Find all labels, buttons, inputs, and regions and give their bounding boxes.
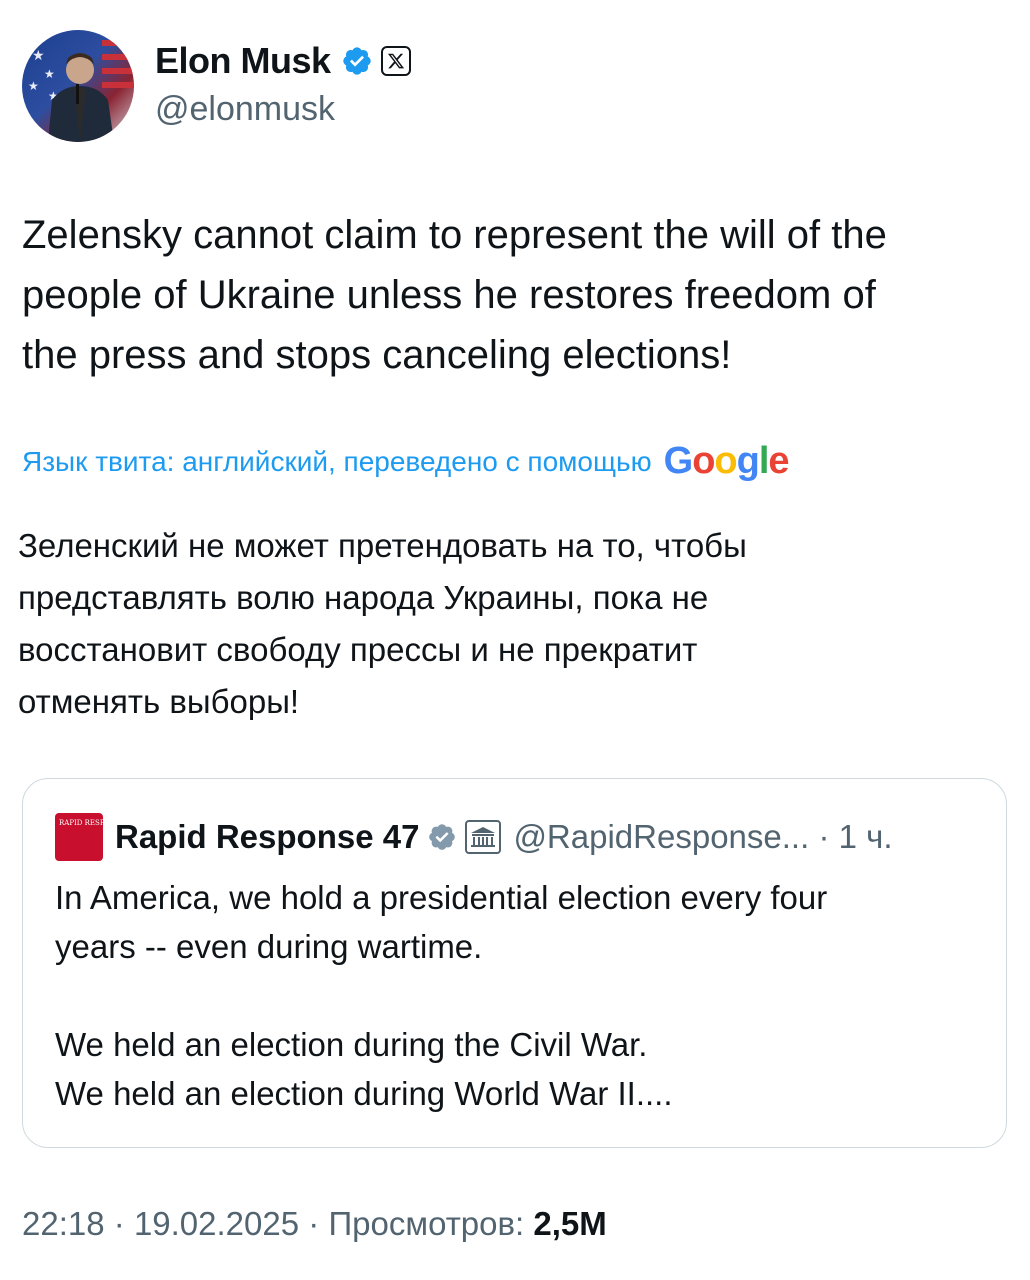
google-logo-letter: o (714, 440, 737, 482)
rapid-response-logo[interactable]: RAPID RESPONSE (55, 813, 127, 861)
x-logo-icon[interactable] (380, 46, 411, 76)
tweet-date[interactable]: 19.02.2025 (134, 1205, 299, 1242)
verified-badge-icon[interactable] (341, 45, 373, 77)
tweet-meta: 22:18 · 19.02.2025 · Просмотров: 2,5M (22, 1205, 607, 1243)
quoted-tweet-card[interactable]: RAPID RESPONSE Rapid Response 47 @RapidR… (22, 778, 1007, 1148)
avatar-photo: ★ ★ ★ ★ (28, 40, 134, 142)
quoted-separator-dot: · (818, 818, 830, 855)
views-label: Просмотров: (328, 1205, 525, 1242)
svg-text:★: ★ (28, 79, 39, 93)
quoted-author-name[interactable]: Rapid Response 47 (115, 818, 419, 856)
author-handle[interactable]: @elonmusk (155, 90, 335, 129)
google-logo-letter: e (768, 440, 789, 482)
google-logo-letter: o (692, 440, 715, 482)
quoted-author-handle[interactable]: @RapidResponse... (513, 818, 809, 856)
quoted-separator: · (809, 818, 838, 856)
translated-text: Зеленский не может претендовать на то, ч… (18, 527, 747, 720)
white-house-icon[interactable] (465, 820, 502, 854)
gov-verified-badge-icon[interactable] (427, 822, 457, 852)
google-logo-letter: G (663, 440, 694, 482)
views-count[interactable]: 2,5M (533, 1205, 606, 1242)
quoted-tweet-time[interactable]: 1 ч. (839, 818, 893, 856)
translation-note-label: Язык твита: английский, переведено с пом… (22, 445, 652, 477)
svg-text:★: ★ (32, 47, 45, 63)
google-logo: Google (663, 440, 790, 483)
svg-text:★: ★ (44, 67, 55, 81)
tweet-text: Zelensky cannot claim to represent the w… (22, 213, 887, 377)
google-logo-letter: l (758, 440, 770, 482)
author-avatar[interactable]: ★ ★ ★ ★ (22, 30, 134, 142)
author-display-name[interactable]: Elon Musk (155, 40, 331, 82)
author-name-row: Elon Musk (155, 40, 411, 82)
meta-separator: · (113, 1205, 125, 1242)
translation-note[interactable]: Язык твита: английский, переведено с пом… (22, 440, 790, 483)
x-logo-glyph (387, 53, 404, 69)
quoted-tweet-text: In America, we hold a presidential elect… (55, 879, 828, 1112)
quoted-tweet-header: RAPID RESPONSE Rapid Response 47 @RapidR… (55, 813, 893, 861)
meta-separator: · (308, 1205, 320, 1242)
rapid-response-logo-text: RAPID RESPONSE (59, 819, 127, 827)
tweet-time[interactable]: 22:18 (22, 1205, 105, 1242)
google-logo-letter: g (736, 440, 760, 482)
white-house-glyph (471, 827, 496, 847)
